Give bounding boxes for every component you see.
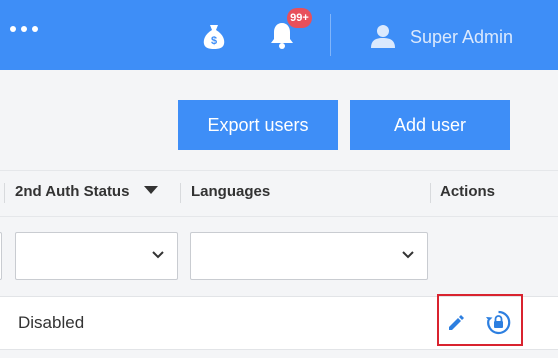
export-users-button[interactable]: Export users [178, 100, 338, 150]
more-dots-icon[interactable] [10, 26, 38, 32]
notification-badge: 99+ [287, 8, 312, 28]
sort-down-icon[interactable] [144, 186, 158, 194]
username-label[interactable]: Super Admin [410, 27, 513, 48]
header-divider [330, 14, 331, 56]
filter-select-languages[interactable] [190, 232, 428, 280]
money-bag-icon[interactable]: $ [200, 22, 228, 50]
column-header-languages[interactable]: Languages [191, 183, 270, 200]
filter-select-2nd-auth-status[interactable] [15, 232, 178, 280]
column-separator [430, 183, 431, 203]
column-separator [4, 183, 5, 203]
reset-lock-icon[interactable] [485, 309, 512, 336]
edit-icon[interactable] [446, 313, 466, 333]
chevron-down-icon [402, 251, 414, 259]
filter-select-partial[interactable] [0, 232, 2, 280]
top-navbar: $ 99+ Super Admin [0, 0, 558, 70]
user-icon[interactable] [370, 24, 396, 48]
svg-text:$: $ [211, 35, 217, 47]
chevron-down-icon [152, 251, 164, 259]
column-header-actions: Actions [440, 183, 496, 200]
column-header-2nd-auth-status[interactable]: 2nd Auth Status [15, 183, 129, 200]
add-user-button[interactable]: Add user [350, 100, 510, 150]
column-separator [180, 183, 181, 203]
second-auth-status-cell: Disabled [18, 313, 85, 332]
